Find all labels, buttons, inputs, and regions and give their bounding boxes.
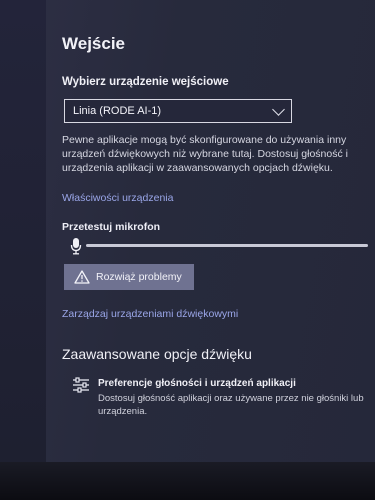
input-device-dropdown[interactable]: Linia (RODE AI-1)	[64, 99, 292, 123]
advanced-options-title: Zaawansowane opcje dźwięku	[62, 346, 252, 362]
microphone-icon	[70, 238, 82, 255]
monitor-bezel	[0, 462, 375, 500]
navigation-pane	[0, 0, 46, 470]
sound-input-section: Wejście Wybierz urządzenie wejściowe Lin…	[62, 0, 375, 460]
description-line: Pewne aplikacje mogą być skonfigurowane …	[62, 134, 347, 146]
description-line: Dostosuj głośność aplikacji oraz używane…	[98, 393, 364, 404]
description-line: urządzenia.	[98, 406, 148, 417]
troubleshoot-label: Rozwiąż problemy	[96, 271, 182, 283]
chevron-down-icon	[272, 102, 285, 116]
description-line: urządzenia aplikacji w zaawansowanych op…	[62, 162, 333, 174]
input-device-value: Linia (RODE AI-1)	[73, 105, 162, 117]
device-properties-link[interactable]: Właściwości urządzenia	[62, 192, 173, 204]
manage-sound-devices-link[interactable]: Zarządzaj urządzeniami dźwiękowymi	[62, 308, 238, 320]
input-device-label: Wybierz urządzenie wejściowe	[62, 76, 229, 88]
app-volume-preferences-link[interactable]: Preferencje głośności i urządzeń aplikac…	[98, 378, 296, 389]
warning-icon	[74, 270, 90, 284]
mic-test-label: Przetestuj mikrofon	[62, 221, 161, 233]
settings-window: Wejście Wybierz urządzenie wejściowe Lin…	[0, 0, 375, 500]
section-title: Wejście	[62, 34, 126, 53]
app-volume-preferences-description: Dostosuj głośność aplikacji oraz używane…	[98, 392, 375, 418]
troubleshoot-button[interactable]: Rozwiąż problemy	[64, 264, 194, 290]
mic-level-meter	[86, 244, 368, 247]
app-devices-description: Pewne aplikacje mogą być skonfigurowane …	[62, 133, 375, 175]
sliders-icon	[73, 377, 89, 393]
description-line: urządzeń dźwiękowych niż wybrane tutaj. …	[62, 148, 348, 160]
